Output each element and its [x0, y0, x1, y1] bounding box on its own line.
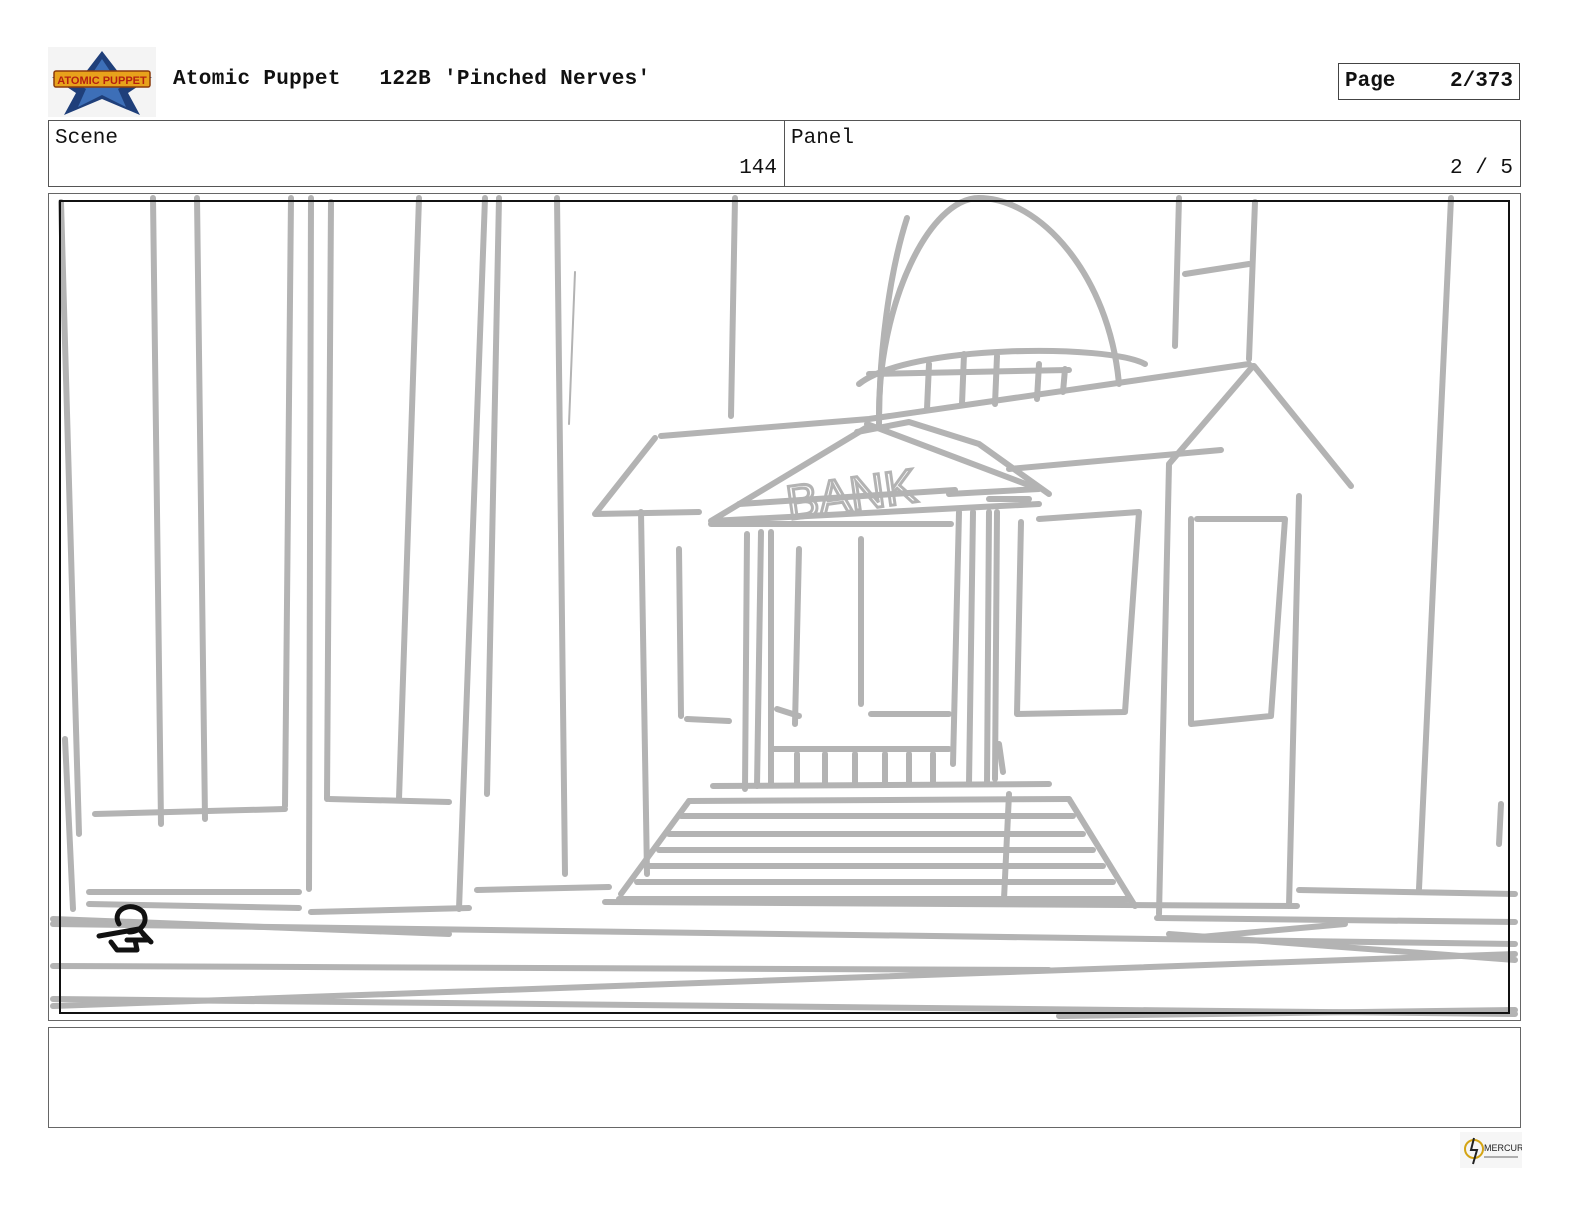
panel-cell: Panel 2 / 5: [784, 121, 1520, 186]
show-title: Atomic Puppet: [173, 68, 341, 91]
scene-cell: Scene 144: [49, 121, 784, 186]
episode-title: 122B 'Pinched Nerves': [379, 68, 651, 91]
scene-number: 144: [739, 157, 777, 180]
bank-sign: BANK: [783, 460, 920, 531]
page-label: Page: [1345, 70, 1396, 93]
panel-label: Panel: [791, 127, 855, 150]
scene-panel-row: Scene 144 Panel 2 / 5: [48, 120, 1521, 187]
storyboard-panel: BANK: [48, 193, 1521, 1021]
panel-number: 2 / 5: [1449, 157, 1513, 180]
caption-box: [48, 1027, 1521, 1128]
scene-label: Scene: [55, 127, 119, 150]
show-logo: ATOMIC PUPPET: [48, 47, 156, 117]
show-logo-text: ATOMIC PUPPET: [57, 75, 147, 87]
header-title: Atomic Puppet 122B 'Pinched Nerves': [173, 68, 650, 91]
studio-logo-text: MERCURY: [1484, 1143, 1522, 1153]
page-value: 2/373: [1449, 70, 1513, 93]
studio-logo: MERCURY: [1460, 1132, 1529, 1168]
bank-sketch: BANK: [50, 195, 1518, 1019]
character-sketch: [96, 904, 154, 953]
page-counter: Page 2/373: [1338, 63, 1520, 100]
